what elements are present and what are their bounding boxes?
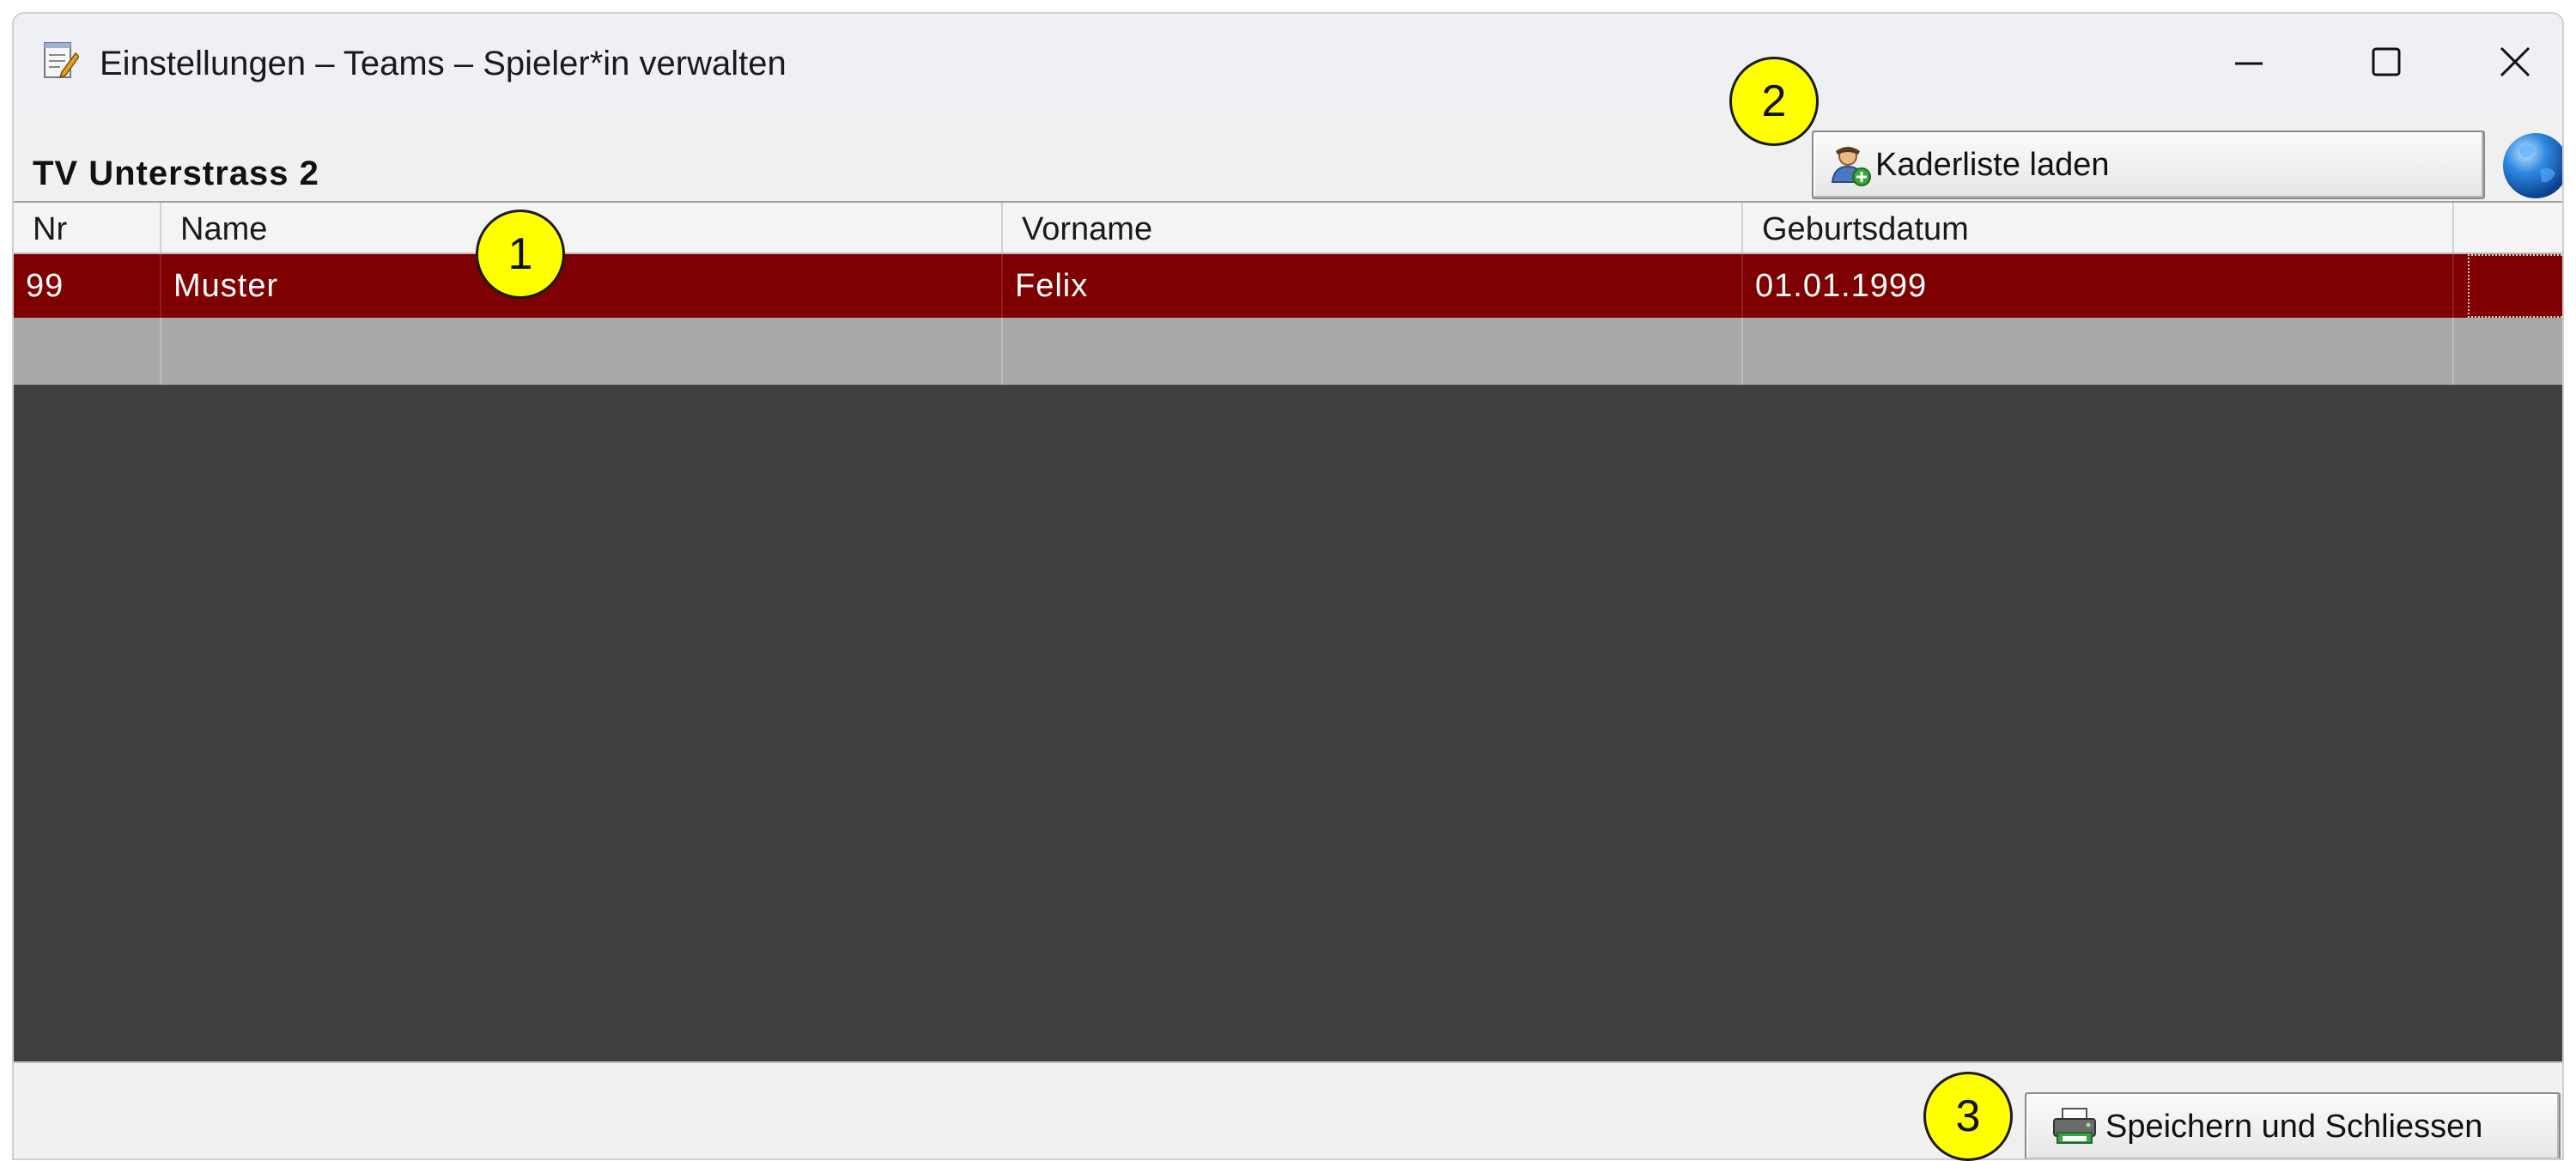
focused-cell[interactable] bbox=[2468, 254, 2562, 318]
cell-geburtsdatum[interactable]: 01.01.1999 bbox=[1743, 254, 2454, 318]
minimize-button[interactable] bbox=[2202, 29, 2296, 94]
cell-vorname[interactable]: Felix bbox=[1003, 254, 1743, 318]
close-icon bbox=[2500, 46, 2530, 77]
new-row[interactable] bbox=[14, 318, 2562, 385]
notepad-edit-icon bbox=[41, 38, 80, 82]
maximize-button[interactable] bbox=[2339, 29, 2433, 94]
team-name-label: TV Unterstrass 2 bbox=[33, 155, 319, 192]
column-header-geburtsdatum[interactable]: Geburtsdatum bbox=[1743, 203, 2454, 252]
column-header-nr[interactable]: Nr bbox=[14, 203, 161, 252]
player-management-window: Einstellungen – Teams – Spieler*in verwa… bbox=[12, 12, 2564, 1160]
new-cell-geburtsdatum[interactable] bbox=[1743, 318, 2454, 385]
maximize-icon bbox=[2372, 47, 2401, 76]
callout-2: 2 bbox=[1729, 57, 1819, 146]
callout-1: 1 bbox=[476, 210, 565, 299]
new-cell-nr[interactable] bbox=[14, 318, 161, 385]
table-row[interactable]: 99 Muster Felix 01.01.1999 bbox=[14, 254, 2562, 318]
close-button[interactable] bbox=[2468, 29, 2562, 94]
cell-nr[interactable]: 99 bbox=[14, 254, 161, 318]
user-add-icon bbox=[1831, 147, 1871, 186]
load-roster-button[interactable]: Kaderliste laden bbox=[1812, 131, 2485, 199]
callout-3: 3 bbox=[1923, 1072, 2013, 1161]
grid-header: Nr Name Vorname Geburtsdatum bbox=[14, 203, 2562, 254]
column-header-name[interactable]: Name bbox=[161, 203, 1003, 252]
minimize-icon bbox=[2235, 62, 2263, 65]
footer-bar: Speichern und Schliessen bbox=[14, 1061, 2562, 1158]
save-and-close-label: Speichern und Schliessen bbox=[2105, 1108, 2483, 1145]
globe-icon[interactable] bbox=[2500, 131, 2562, 201]
team-header: TV Unterstrass 2 Kaderliste laden bbox=[14, 110, 2562, 213]
cell-name[interactable]: Muster bbox=[161, 254, 1003, 318]
column-header-vorname[interactable]: Vorname bbox=[1003, 203, 1743, 252]
new-cell-name[interactable] bbox=[161, 318, 1003, 385]
printer-save-icon bbox=[2053, 1108, 2096, 1144]
load-roster-label: Kaderliste laden bbox=[1875, 146, 2110, 183]
column-header-extra bbox=[2454, 203, 2562, 252]
title-bar[interactable]: Einstellungen – Teams – Spieler*in verwa… bbox=[14, 14, 2562, 110]
player-grid[interactable]: Nr Name Vorname Geburtsdatum 99 Muster F… bbox=[14, 201, 2562, 1061]
new-cell-vorname[interactable] bbox=[1003, 318, 1743, 385]
save-and-close-button[interactable]: Speichern und Schliessen bbox=[2025, 1092, 2561, 1158]
new-cell-extra[interactable] bbox=[2454, 318, 2562, 385]
window-title: Einstellungen – Teams – Spieler*in verwa… bbox=[100, 45, 787, 82]
